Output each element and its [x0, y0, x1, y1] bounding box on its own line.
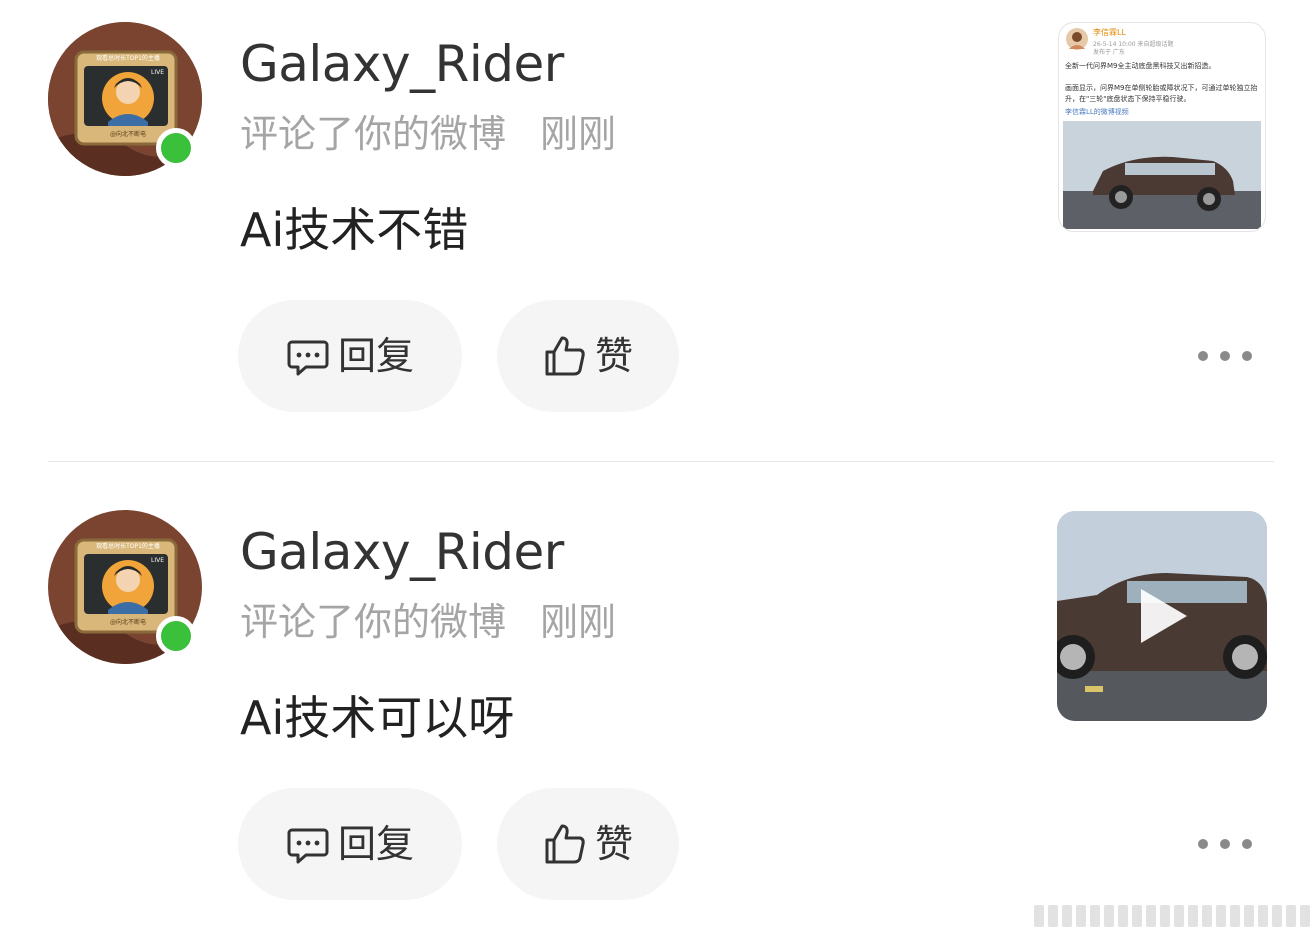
post-source: 来自超级话题: [1137, 41, 1174, 48]
scroll-indicator: [1034, 905, 1310, 927]
reply-button[interactable]: 回复: [238, 300, 462, 412]
car-image-icon: [1063, 121, 1261, 229]
thumbs-up-icon: [545, 824, 585, 864]
post-text-line: 画面显示，问界M9在单侧轮胎或障状况下，可通过单轮独立抬升，在"三轮"底盘状态下…: [1065, 84, 1258, 103]
username[interactable]: Galaxy_Rider: [240, 522, 564, 582]
reply-label: 回复: [337, 822, 414, 866]
like-label: 赞: [594, 334, 633, 378]
timestamp: 刚刚: [540, 600, 617, 644]
video-thumbnail[interactable]: [1057, 511, 1267, 721]
comment-icon: [287, 828, 329, 864]
like-button[interactable]: 赞: [497, 788, 679, 900]
like-button[interactable]: 赞: [497, 300, 679, 412]
post-author-name: 李信霖LL: [1093, 28, 1126, 37]
more-options-button[interactable]: [1198, 822, 1252, 866]
avatar-live-tag: LIVE: [151, 557, 164, 564]
notification-meta: 评论了你的微博 刚刚: [240, 110, 616, 158]
divider: [48, 461, 1274, 462]
timestamp: 刚刚: [540, 112, 617, 156]
avatar-caption: @向北不断电: [110, 130, 146, 138]
online-status-dot: [156, 128, 196, 168]
post-video-link: 李信霖LL的微博视频: [1065, 108, 1129, 116]
avatar-banner: 观看总时长TOP1的主播: [96, 542, 160, 550]
avatar[interactable]: 观看总时长TOP1的主播 LIVE @向北不断电: [48, 510, 202, 664]
more-options-button[interactable]: [1198, 334, 1252, 378]
post-thumbnail[interactable]: 李信霖LL 26-5-14 10:00 来自超级话题 发布于 广东 全新一代问界…: [1058, 22, 1266, 232]
comment-text: Ai技术不错: [240, 203, 469, 257]
post-text-line: 全新一代问界M9全主动底盘黑科技又出新招造。: [1065, 62, 1216, 70]
action-text: 评论了你的微博: [240, 112, 507, 156]
car-video-frame-icon: [1057, 511, 1267, 721]
post-location: 发布于 广东: [1093, 49, 1125, 56]
action-text: 评论了你的微博: [240, 600, 507, 644]
notification-meta: 评论了你的微博 刚刚: [240, 598, 616, 646]
notification-item[interactable]: 观看总时长TOP1的主播 LIVE @向北不断电 Galaxy_Rider 评论…: [0, 0, 1316, 440]
reply-label: 回复: [337, 334, 414, 378]
online-status-dot: [156, 616, 196, 656]
avatar-banner: 观看总时长TOP1的主播: [96, 54, 160, 62]
comment-text: Ai技术可以呀: [240, 691, 515, 745]
comment-icon: [287, 340, 329, 376]
thumbs-up-icon: [545, 336, 585, 376]
notification-item[interactable]: 观看总时长TOP1的主播 LIVE @向北不断电 Galaxy_Rider 评论…: [0, 488, 1316, 928]
avatar-live-tag: LIVE: [151, 69, 164, 76]
like-label: 赞: [594, 822, 633, 866]
post-author-avatar-icon: [1066, 28, 1088, 50]
avatar[interactable]: 观看总时长TOP1的主播 LIVE @向北不断电: [48, 22, 202, 176]
reply-button[interactable]: 回复: [238, 788, 462, 900]
username[interactable]: Galaxy_Rider: [240, 34, 564, 94]
avatar-caption: @向北不断电: [110, 618, 146, 626]
